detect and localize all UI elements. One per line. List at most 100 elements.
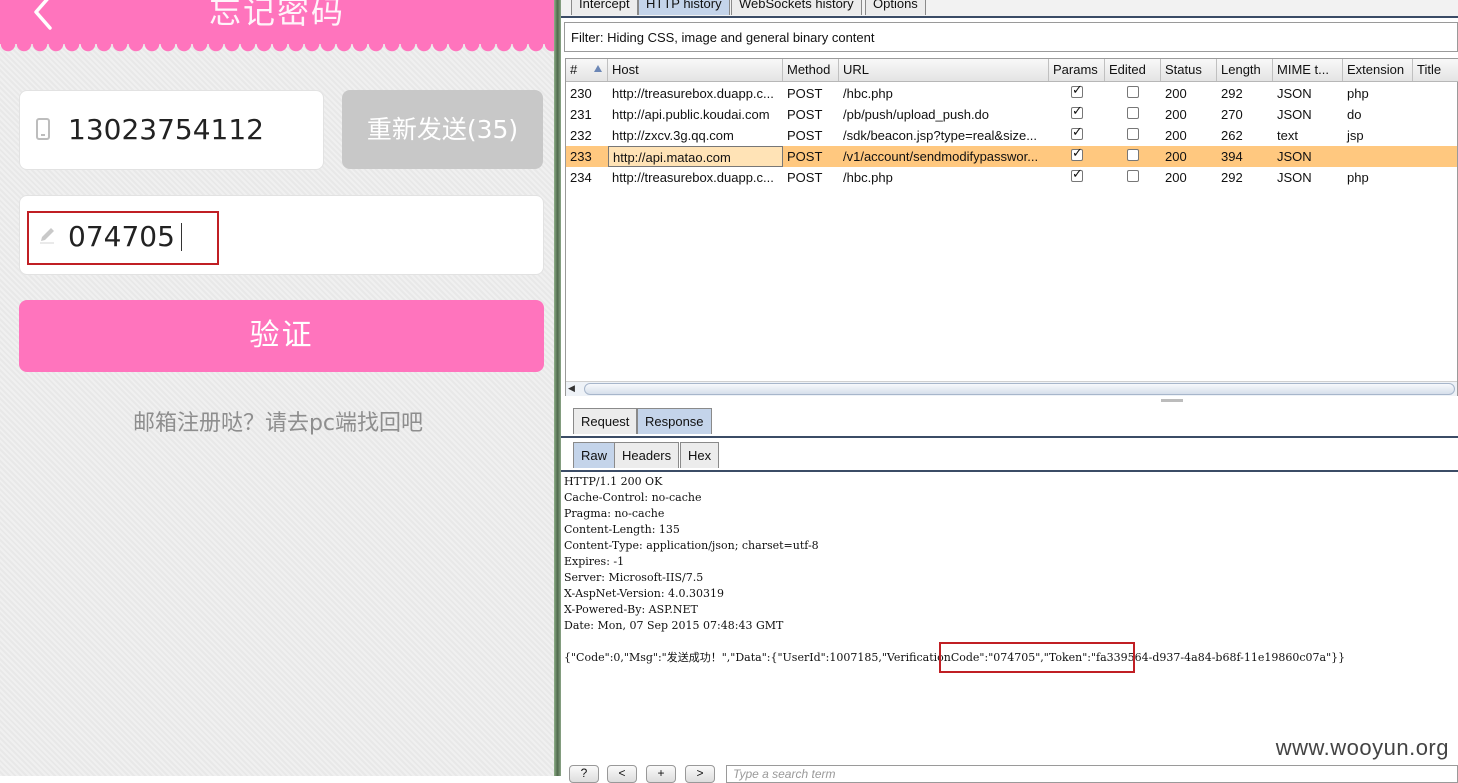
cell-status: 200	[1165, 149, 1187, 164]
cell-mime: JSON	[1277, 170, 1312, 185]
sort-ascending-icon	[594, 65, 602, 72]
highlight-box-code	[27, 211, 219, 265]
mobile-app-screen: 忘记密码 13023754112 重新发送(35) 074705 验证 邮箱注册…	[0, 0, 554, 776]
header-line: Content-Length: 135	[564, 523, 680, 536]
help-button[interactable]: ?	[569, 765, 599, 783]
cell-url: /v1/account/sendmodifypasswor...	[843, 149, 1039, 164]
edited-checkbox[interactable]	[1127, 149, 1139, 161]
cell-ext: do	[1347, 107, 1362, 122]
edited-checkbox[interactable]	[1127, 128, 1139, 140]
table-row[interactable]: 233 http://api.matao.com POST/v1/account/s…	[566, 146, 1457, 167]
tab-raw[interactable]: Raw	[573, 442, 616, 468]
window-divider	[554, 0, 561, 776]
cell-host: http://treasurebox.duapp.c...	[612, 86, 774, 101]
table-row[interactable]: 231 http://api.public.koudai.com POST/pb/p…	[566, 104, 1457, 125]
header-line: Content-Type: application/json; charset=…	[564, 539, 819, 552]
header-line: Pragma: no-cache	[564, 507, 665, 520]
cell-length: 262	[1221, 128, 1243, 143]
cell-method: POST	[787, 128, 823, 143]
cell-ext: jsp	[1347, 128, 1364, 143]
request-response-tabs: Request Response	[561, 408, 1458, 438]
col-header-num[interactable]: #	[566, 59, 608, 81]
table-row[interactable]: 234 http://treasurebox.duapp.c... POST/hbc…	[566, 167, 1457, 188]
view-mode-tabs: Raw Headers Hex	[561, 442, 1458, 472]
edited-checkbox[interactable]	[1127, 86, 1139, 98]
add-button[interactable]: +	[646, 765, 676, 783]
header-line: Date: Mon, 07 Sep 2015 07:48:43 GMT	[564, 619, 784, 632]
cell-ext: php	[1347, 170, 1369, 185]
mobile-phone-icon	[36, 118, 50, 140]
filter-bar[interactable]: Filter: Hiding CSS, image and general bi…	[564, 22, 1458, 52]
resend-code-button[interactable]: 重新发送(35)	[342, 90, 543, 169]
cell-mime: text	[1277, 128, 1298, 143]
params-checkbox[interactable]	[1071, 125, 1083, 140]
params-checkbox[interactable]	[1071, 167, 1083, 182]
header-line: X-AspNet-Version: 4.0.30319	[564, 587, 725, 600]
tab-response[interactable]: Response	[637, 408, 712, 434]
params-checkbox[interactable]	[1071, 83, 1083, 98]
edited-checkbox[interactable]	[1127, 170, 1139, 182]
cell-host: http://api.matao.com	[608, 146, 783, 167]
proxy-tab-bar: Intercept HTTP history WebSockets histor…	[561, 0, 1458, 18]
col-header-extension[interactable]: Extension	[1343, 59, 1413, 81]
search-input[interactable]: Type a search term	[726, 765, 1458, 783]
tab-headers[interactable]: Headers	[614, 442, 680, 468]
col-header-params[interactable]: Params	[1049, 59, 1105, 81]
phone-number-field[interactable]: 13023754112	[19, 90, 324, 170]
cell-ext	[1343, 146, 1413, 167]
tab-options[interactable]: Options	[865, 0, 926, 15]
cell-mime: JSON	[1277, 149, 1312, 164]
horizontal-scrollbar[interactable]: ◀	[566, 381, 1457, 396]
params-checkbox[interactable]	[1071, 104, 1083, 119]
cell-length: 270	[1221, 107, 1243, 122]
cell-length: 292	[1221, 170, 1243, 185]
phone-number-value: 13023754112	[68, 113, 264, 146]
table-row[interactable]: 232 http://zxcv.3g.qq.com POST/sdk/beacon.…	[566, 125, 1457, 146]
header-line: Expires: -1	[564, 555, 625, 568]
tab-request[interactable]: Request	[573, 408, 638, 434]
page-title: 忘记密码	[208, 0, 345, 31]
col-header-mime[interactable]: MIME t...	[1273, 59, 1343, 81]
scroll-left-arrow-icon[interactable]: ◀	[568, 383, 575, 394]
cell-method: POST	[787, 107, 823, 122]
history-table: # Host Method URL Params Edited Status L…	[565, 58, 1458, 396]
col-header-status[interactable]: Status	[1161, 59, 1217, 81]
tab-hex[interactable]: Hex	[680, 442, 720, 468]
cell-method: POST	[787, 86, 823, 101]
search-toolbar: ? < + > Type a search term	[561, 762, 1458, 783]
col-header-method[interactable]: Method	[783, 59, 839, 81]
cell-ext: php	[1347, 86, 1369, 101]
scrollbar-thumb[interactable]	[584, 383, 1455, 395]
tab-websockets-history[interactable]: WebSockets history	[731, 0, 862, 15]
watermark: www.wooyun.org	[1275, 735, 1449, 760]
cell-num: 233	[570, 149, 592, 164]
header-line: X-Powered-By: ASP.NET	[564, 603, 698, 616]
col-header-host[interactable]: Host	[608, 59, 783, 81]
verify-button[interactable]: 验证	[19, 300, 544, 372]
pane-splitter-handle[interactable]	[1161, 399, 1183, 402]
cell-status: 200	[1165, 107, 1187, 122]
previous-button[interactable]: <	[607, 765, 637, 783]
cell-length: 292	[1221, 86, 1243, 101]
next-button[interactable]: >	[685, 765, 715, 783]
cell-host: http://zxcv.3g.qq.com	[612, 128, 734, 143]
col-header-url[interactable]: URL	[839, 59, 1049, 81]
cell-host: http://api.public.koudai.com	[612, 107, 770, 122]
cell-url: /hbc.php	[843, 170, 893, 185]
cell-num: 230	[570, 86, 592, 101]
tab-http-history[interactable]: HTTP history	[638, 0, 730, 15]
table-row[interactable]: 230 http://treasurebox.duapp.c... POST/hbc…	[566, 83, 1457, 104]
params-checkbox[interactable]	[1071, 146, 1083, 161]
col-header-edited[interactable]: Edited	[1105, 59, 1161, 81]
tab-intercept[interactable]: Intercept	[571, 0, 638, 15]
highlight-box-verification-code	[939, 642, 1135, 673]
col-header-title[interactable]: Title	[1413, 59, 1457, 81]
cell-status: 200	[1165, 128, 1187, 143]
col-header-length[interactable]: Length	[1217, 59, 1273, 81]
col-label: #	[570, 62, 578, 77]
cell-method: POST	[787, 170, 823, 185]
edited-checkbox[interactable]	[1127, 107, 1139, 119]
email-registration-hint[interactable]: 邮箱注册哒？请去pc端找回吧	[0, 405, 554, 437]
cell-num: 231	[570, 107, 592, 122]
cell-num: 234	[570, 170, 592, 185]
